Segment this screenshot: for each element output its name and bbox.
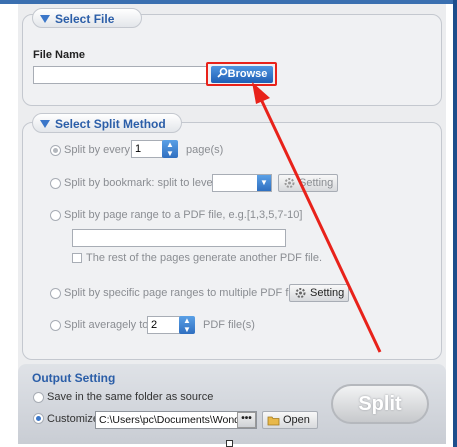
split-average-radio[interactable] [50, 320, 61, 331]
split-every-unit: page(s) [186, 144, 224, 156]
bookmark-setting-label: Setting [299, 177, 334, 189]
gear-icon [295, 288, 306, 298]
browse-highlight-box [206, 62, 277, 86]
split-page-range-label: Split by page range to a PDF file, e.g.[… [64, 209, 303, 221]
browse-path-button[interactable]: ••• [237, 412, 256, 428]
split-average-label: Split averagely to [64, 319, 149, 331]
split-page-range-radio[interactable] [50, 210, 61, 221]
page-range-input[interactable] [72, 229, 286, 247]
split-average-unit: PDF file(s) [203, 319, 255, 331]
select-file-title: Select File [55, 12, 115, 26]
specific-setting-label: Setting [310, 287, 345, 299]
folder-icon [267, 416, 280, 426]
rest-pages-label: The rest of the pages generate another P… [86, 252, 323, 264]
mouse-cursor [226, 440, 233, 447]
split-button[interactable]: Split [331, 384, 429, 424]
split-every-radio[interactable] [50, 145, 61, 156]
open-folder-button[interactable]: Open [262, 411, 318, 429]
customize-label: Customize [47, 413, 99, 425]
output-path-input[interactable]: C:\Users\pc\Documents\Wond [95, 411, 257, 429]
select-file-header: Select File [32, 8, 142, 28]
customize-radio[interactable] [33, 413, 44, 424]
split-bookmark-radio[interactable] [50, 178, 61, 189]
output-setting-title: Output Setting [32, 371, 116, 385]
dropdown-arrow-icon[interactable]: ▼ [257, 175, 271, 191]
same-folder-label: Save in the same folder as source [47, 391, 214, 403]
file-name-input[interactable] [33, 66, 208, 84]
split-specific-label: Split by specific page ranges to multipl… [64, 287, 305, 299]
chevron-down-icon [40, 120, 50, 128]
split-every-input[interactable] [131, 140, 163, 158]
split-method-header: Select Split Method [32, 113, 182, 133]
specific-setting-button[interactable]: Setting [289, 284, 349, 302]
open-label: Open [283, 414, 310, 426]
split-specific-radio[interactable] [50, 288, 61, 299]
split-average-input[interactable] [147, 316, 181, 334]
split-bookmark-label: Split by bookmark: split to level [64, 177, 216, 189]
rest-pages-checkbox[interactable] [72, 253, 82, 263]
split-method-title: Select Split Method [55, 117, 166, 131]
gear-icon [284, 178, 295, 188]
window-right-edge [453, 0, 457, 447]
spin-arrows-icon[interactable]: ▲ ▼ [162, 140, 178, 158]
bookmark-setting-button[interactable]: Setting [278, 174, 338, 192]
file-name-label: File Name [33, 49, 85, 61]
spin-arrows-icon[interactable]: ▲ ▼ [179, 316, 195, 334]
chevron-down-icon [40, 15, 50, 23]
split-every-label: Split by every [64, 144, 131, 156]
same-folder-radio[interactable] [33, 392, 44, 403]
